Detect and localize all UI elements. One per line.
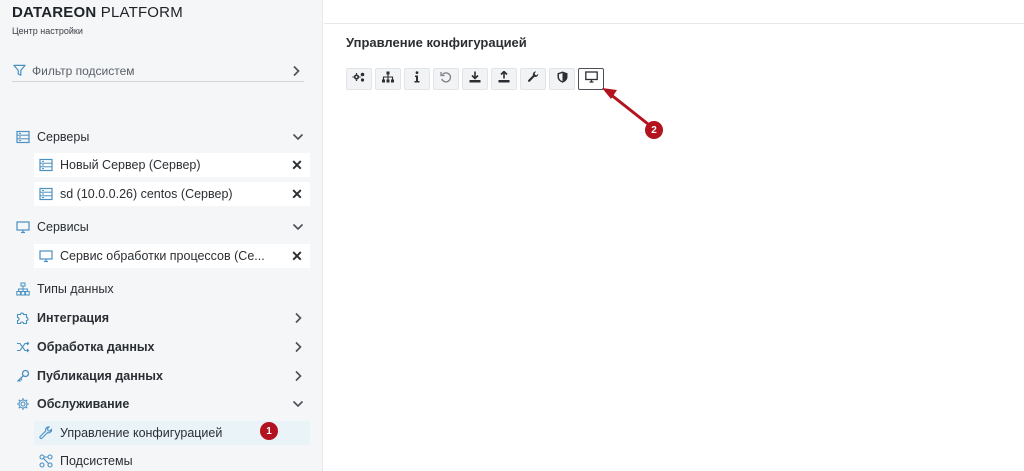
tools-button[interactable] (520, 68, 546, 90)
header-divider (324, 23, 1024, 24)
structure-button[interactable] (375, 68, 401, 90)
sidebar-section-label: Сервисы (37, 220, 89, 234)
key-icon (16, 369, 30, 383)
open-item-label: Новый Сервер (Сервер) (60, 158, 201, 172)
sidebar: DATAREON PLATFORM Центр настройки Фильтр… (0, 0, 323, 471)
hierarchy-icon (381, 70, 395, 88)
chevron-right-icon[interactable] (290, 310, 306, 326)
download-button[interactable] (462, 68, 488, 90)
wrench-icon (527, 70, 539, 88)
upload-icon (498, 70, 510, 88)
brand-logo: DATAREON PLATFORM (12, 4, 183, 21)
chevron-right-icon[interactable] (290, 368, 306, 384)
monitor-icon (39, 249, 53, 263)
sidebar-section-maintenance[interactable]: Обслуживание (16, 393, 306, 415)
sidebar-section-integration[interactable]: Интеграция (16, 307, 306, 329)
puzzle-icon (16, 311, 30, 325)
sidebar-section-data-types[interactable]: Типы данных (16, 278, 306, 300)
upload-button[interactable] (491, 68, 517, 90)
sidebar-section-data-publishing[interactable]: Публикация данных (16, 365, 306, 387)
hierarchy-icon (16, 282, 30, 296)
download-icon (469, 70, 481, 88)
server-icon (39, 187, 53, 201)
close-icon[interactable]: ✕ (288, 185, 306, 203)
sidebar-section-label: Обработка данных (37, 340, 155, 354)
open-item-process-service[interactable]: Сервис обработки процессов (Се... ✕ (34, 244, 310, 268)
sidebar-section-label: Обслуживание (37, 397, 130, 411)
sidebar-section-label: Типы данных (37, 282, 114, 296)
sidebar-section-servers[interactable]: Серверы (16, 126, 306, 148)
chevron-down-icon[interactable] (290, 219, 306, 235)
shield-icon (557, 70, 568, 88)
close-icon[interactable]: ✕ (288, 247, 306, 265)
server-icon (16, 130, 30, 144)
open-item-label: Сервис обработки процессов (Се... (60, 249, 265, 263)
sidebar-section-label: Интеграция (37, 311, 110, 325)
sidebar-item-subsystems[interactable]: Подсистемы (34, 449, 310, 471)
gear-icon (16, 397, 30, 411)
server-icon (39, 158, 53, 172)
sidebar-section-services[interactable]: Сервисы (16, 216, 306, 238)
brand-subtitle: Центр настройки (12, 26, 83, 36)
page-title: Управление конфигурацией (346, 35, 527, 50)
annotation-badge-2: 2 (645, 121, 663, 139)
annotation-badge-1: 1 (260, 422, 278, 440)
config-toolbar (346, 68, 604, 90)
chevron-down-icon[interactable] (290, 129, 306, 145)
chevron-down-icon[interactable] (290, 396, 306, 412)
monitor-icon (16, 220, 30, 234)
sidebar-item-label: Подсистемы (60, 454, 133, 468)
sidebar-section-label: Публикация данных (37, 369, 163, 383)
chevron-right-icon[interactable] (288, 63, 304, 79)
undo-icon (440, 70, 452, 88)
shuffle-icon (16, 340, 30, 354)
subsystems-icon (39, 454, 53, 468)
open-item-sd-server[interactable]: sd (10.0.0.26) centos (Сервер) ✕ (34, 182, 310, 206)
sidebar-item-label: Управление конфигурацией (60, 426, 223, 440)
filter-icon (12, 64, 26, 78)
wrench-icon (39, 426, 53, 440)
gears-icon (352, 70, 366, 88)
security-button[interactable] (549, 68, 575, 90)
info-button[interactable] (404, 68, 430, 90)
subsystem-filter[interactable]: Фильтр подсистем (12, 60, 304, 82)
info-icon (413, 70, 421, 88)
undo-button[interactable] (433, 68, 459, 90)
open-item-new-server[interactable]: Новый Сервер (Сервер) ✕ (34, 153, 310, 177)
chevron-right-icon[interactable] (290, 339, 306, 355)
filter-label: Фильтр подсистем (32, 63, 135, 78)
close-icon[interactable]: ✕ (288, 156, 306, 174)
sidebar-section-label: Серверы (37, 130, 90, 144)
sidebar-section-data-processing[interactable]: Обработка данных (16, 336, 306, 358)
open-item-label: sd (10.0.0.26) centos (Сервер) (60, 187, 233, 201)
settings-button[interactable] (346, 68, 372, 90)
